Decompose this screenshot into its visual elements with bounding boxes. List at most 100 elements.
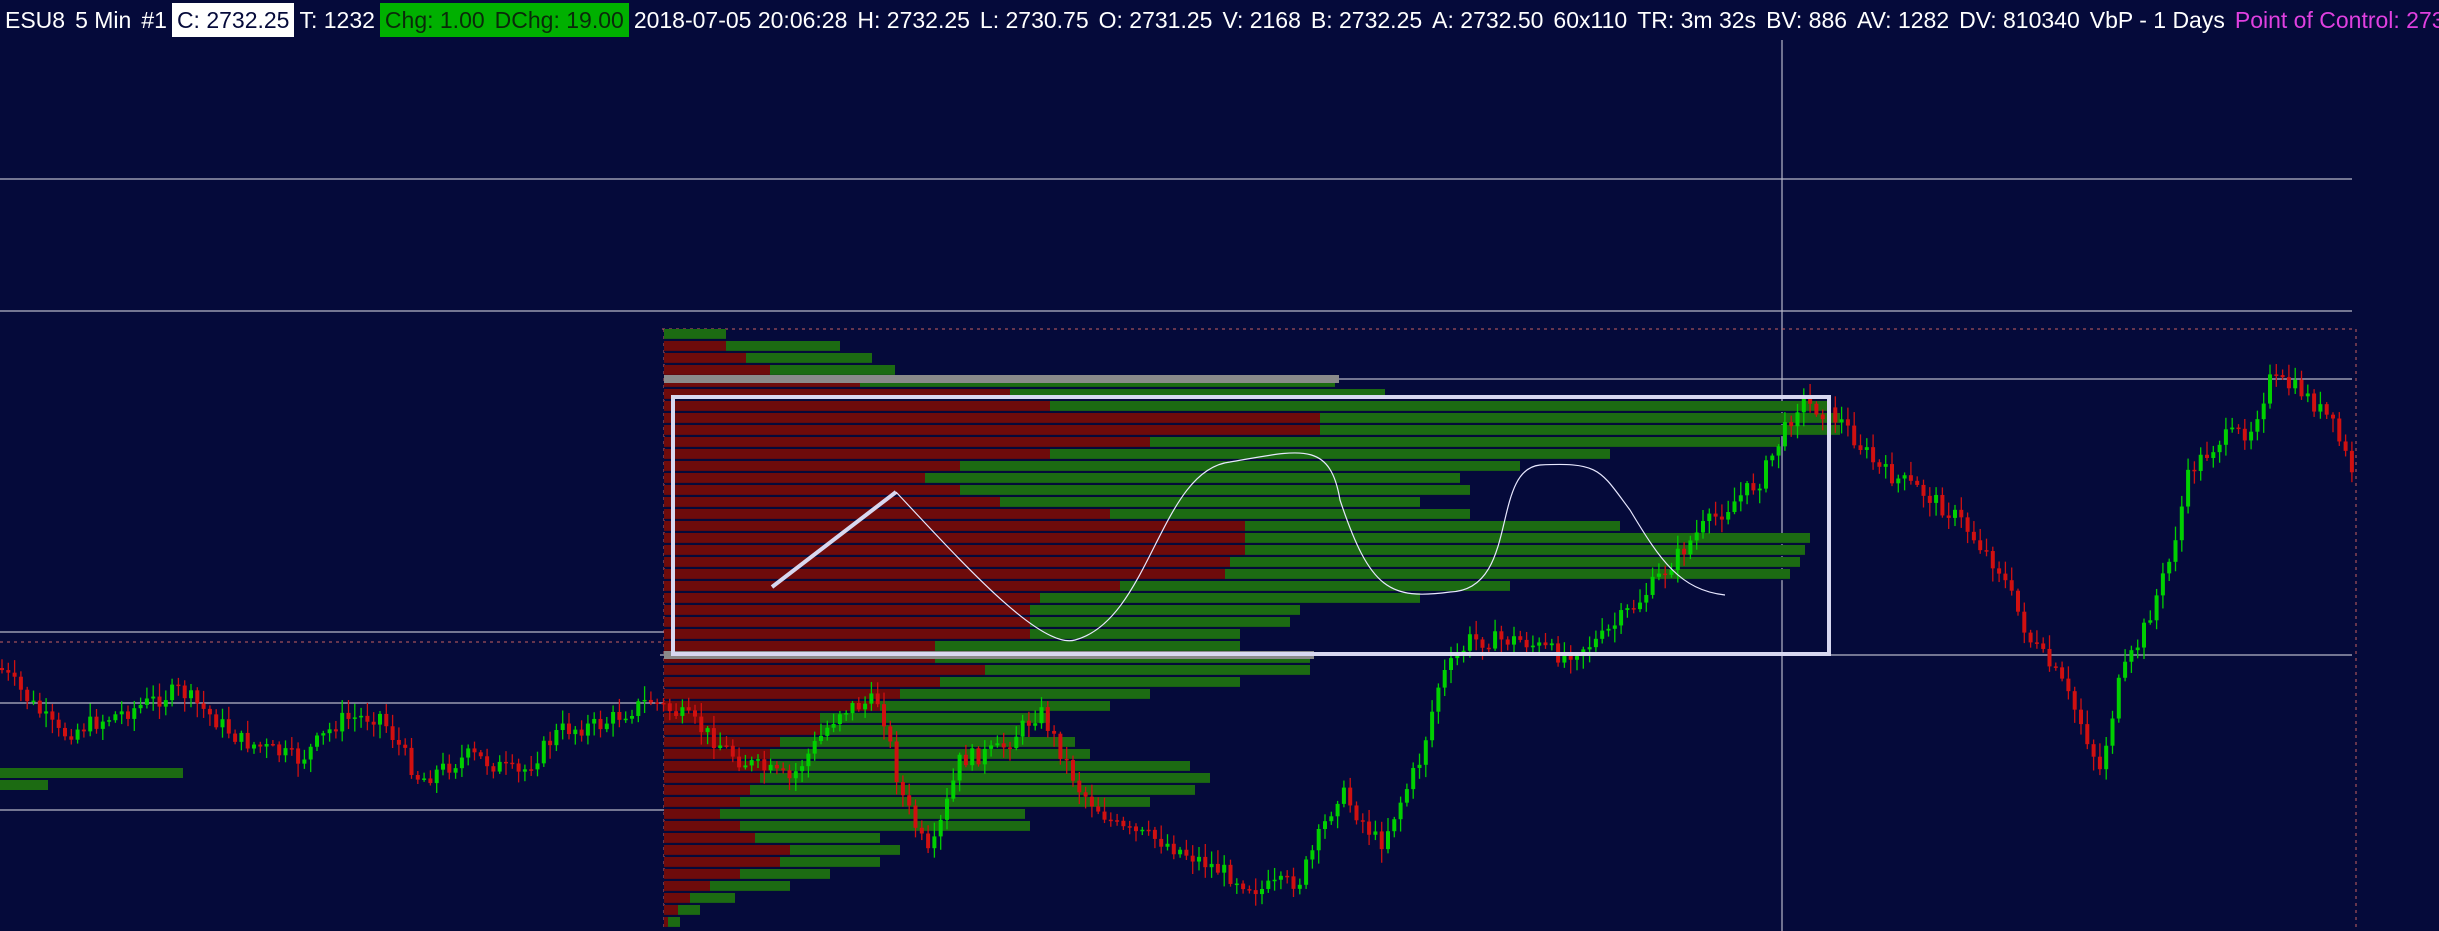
candle-body bbox=[220, 719, 225, 728]
profile-bar-sell bbox=[664, 761, 770, 772]
candle-body bbox=[1386, 831, 1390, 850]
price-chart[interactable] bbox=[0, 40, 2439, 931]
candle-body bbox=[1493, 631, 1498, 649]
profile-bar-sell bbox=[664, 821, 740, 832]
candle-body bbox=[875, 693, 880, 705]
profile-bar-buy bbox=[790, 845, 900, 856]
candle-body bbox=[359, 715, 364, 718]
candle-body bbox=[1927, 495, 1932, 503]
candle-body bbox=[1486, 647, 1491, 650]
candle-body bbox=[2085, 724, 2090, 745]
candle-body bbox=[2255, 419, 2260, 432]
candle-body bbox=[1215, 863, 1220, 873]
profile-bar-buy bbox=[1030, 617, 1290, 628]
candle-body bbox=[25, 689, 30, 702]
profile-bar-buy bbox=[740, 869, 830, 880]
candle-body bbox=[900, 782, 905, 796]
candle-body bbox=[1083, 792, 1088, 797]
candle-body bbox=[1285, 875, 1290, 878]
candle-body bbox=[1241, 883, 1246, 890]
candle-body bbox=[0, 668, 4, 671]
candle-body bbox=[1228, 864, 1233, 884]
chart-area[interactable] bbox=[0, 40, 2439, 931]
profile-bar-buy bbox=[940, 677, 1240, 688]
candle-body bbox=[1152, 829, 1157, 839]
prior-profile-bar bbox=[0, 780, 48, 790]
candle-body bbox=[642, 699, 647, 702]
candle-body bbox=[585, 723, 590, 736]
candle-body bbox=[1518, 636, 1523, 640]
candle-body bbox=[1997, 568, 2002, 574]
profile-bar-buy bbox=[1120, 581, 1510, 592]
candle-body bbox=[69, 736, 74, 740]
datetime-label: 2018-07-05 20:06:28 bbox=[633, 7, 848, 33]
candle-body bbox=[548, 740, 553, 746]
candle-body bbox=[1990, 551, 1995, 569]
profile-bar-sell bbox=[664, 413, 1320, 424]
candle-body bbox=[863, 703, 868, 710]
candle-body bbox=[302, 759, 307, 764]
candle-body bbox=[913, 805, 918, 828]
candle-body bbox=[844, 713, 849, 715]
candle-body bbox=[1934, 494, 1939, 503]
candle-body bbox=[1033, 723, 1038, 726]
candle-body bbox=[1278, 875, 1283, 880]
candle-body bbox=[661, 702, 666, 705]
candle-body bbox=[667, 703, 672, 712]
candle-body bbox=[195, 690, 200, 704]
candle-body bbox=[1423, 740, 1428, 765]
candle-body bbox=[1738, 495, 1743, 502]
profile-bar-sell bbox=[664, 365, 770, 376]
candle-body bbox=[655, 702, 660, 705]
candle-body bbox=[1398, 802, 1403, 820]
profile-bar-buy bbox=[900, 689, 1150, 700]
candle-body bbox=[252, 744, 256, 749]
prior-profile-bar bbox=[0, 768, 183, 778]
profile-bar-sell bbox=[664, 881, 710, 892]
change-label: Chg: 1.00 bbox=[379, 3, 490, 37]
candle-body bbox=[18, 676, 23, 690]
candle-body bbox=[1505, 639, 1510, 645]
candle-body bbox=[882, 704, 886, 727]
candle-body bbox=[138, 704, 143, 709]
candle-body bbox=[1310, 850, 1315, 860]
interval-label[interactable]: 5 Min bbox=[70, 3, 136, 37]
candle-body bbox=[1587, 647, 1592, 650]
candle-body bbox=[1165, 843, 1170, 847]
candle-body bbox=[2230, 427, 2235, 430]
candle-body bbox=[1694, 532, 1699, 541]
candle-body bbox=[182, 685, 187, 699]
profile-bar-buy bbox=[1320, 413, 1840, 424]
candle-body bbox=[2009, 580, 2014, 591]
profile-bar-buy bbox=[1040, 593, 1420, 604]
candle-body bbox=[289, 748, 294, 750]
profile-bar-sell bbox=[664, 641, 935, 652]
profile-bar-sell bbox=[664, 509, 1110, 520]
profile-bar-sell bbox=[664, 521, 1245, 532]
candle-body bbox=[233, 733, 238, 742]
candle-body bbox=[1971, 531, 1976, 541]
candle-body bbox=[2016, 590, 2020, 612]
symbol-label[interactable]: ESU8 bbox=[0, 3, 70, 37]
candle-body bbox=[1102, 811, 1107, 820]
candle-body bbox=[346, 712, 351, 719]
candle-body bbox=[907, 795, 912, 806]
candle-body bbox=[1171, 843, 1176, 855]
candle-body bbox=[2236, 427, 2241, 430]
candle-body bbox=[201, 703, 206, 709]
candle-body bbox=[869, 693, 874, 704]
candle-body bbox=[1052, 730, 1057, 734]
candle-body bbox=[107, 720, 112, 722]
candle-body bbox=[926, 833, 931, 849]
candle-body bbox=[674, 711, 679, 716]
candle-body bbox=[1833, 407, 1838, 423]
candle-body bbox=[579, 729, 584, 736]
candle-body bbox=[1291, 876, 1296, 889]
profile-bar-sell bbox=[664, 593, 1040, 604]
profile-bar-buy bbox=[960, 461, 1520, 472]
profile-bar-buy bbox=[746, 353, 872, 364]
candle-body bbox=[894, 741, 899, 783]
candle-body bbox=[434, 769, 439, 784]
candle-body bbox=[2331, 414, 2335, 419]
profile-bar-buy bbox=[1030, 629, 1240, 640]
